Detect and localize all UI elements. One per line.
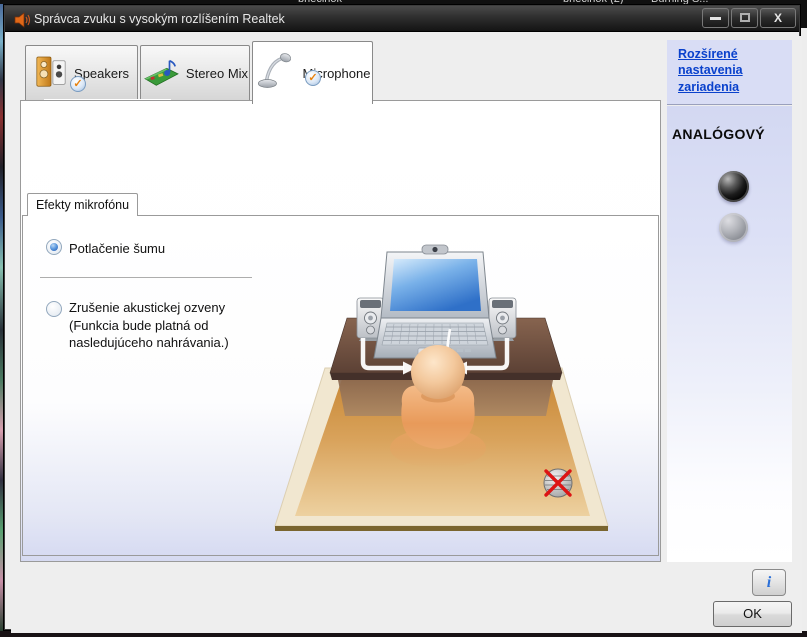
- tab-speakers[interactable]: ✓ Speakers: [25, 45, 138, 101]
- close-icon: X: [773, 11, 782, 25]
- microphone-icon: [257, 53, 291, 88]
- radio-noise-suppression[interactable]: [46, 239, 62, 255]
- info-icon: i: [766, 574, 772, 591]
- radio-acoustic-echo-cancellation[interactable]: [46, 301, 62, 317]
- titlebar[interactable]: Správca zvuku s vysokým rozlíšením Realt…: [5, 6, 799, 32]
- maximize-icon: [739, 13, 750, 22]
- mic-jack-connector-icon[interactable]: [718, 171, 749, 202]
- subtab-label: Efekty mikrofónu: [35, 198, 130, 212]
- maximize-button[interactable]: [731, 8, 758, 28]
- radio-acoustic-echo-cancellation-label[interactable]: Zrušenie akustickej ozveny (Funkcia bude…: [69, 299, 271, 352]
- tab-microphone[interactable]: ✓ Microphone: [252, 41, 373, 104]
- info-button[interactable]: i: [752, 569, 786, 596]
- radio-noise-suppression-label[interactable]: Potlačenie šumu: [69, 240, 165, 258]
- stereo-mix-icon: [144, 59, 179, 86]
- minimize-icon: [710, 17, 721, 20]
- radio-selected-dot: [50, 243, 58, 251]
- options-divider: [40, 277, 252, 278]
- advanced-device-settings-link[interactable]: Rozšírené nastavenia zariadenia: [678, 46, 776, 95]
- analog-section-label: ANALÓGOVÝ: [672, 126, 765, 142]
- line-jack-connector-icon[interactable]: [719, 213, 748, 242]
- device-check-badge: ✓: [70, 76, 86, 92]
- device-check-badge: ✓: [305, 70, 321, 86]
- speakers-icon: [36, 56, 66, 87]
- speaker-icon: [14, 12, 31, 28]
- window-title: Správca zvuku s vysokým rozlíšením Realt…: [34, 12, 285, 26]
- advanced-settings-box: Rozšírené nastavenia zariadenia: [667, 40, 792, 105]
- minimize-button[interactable]: [702, 8, 729, 28]
- ok-button[interactable]: OK: [713, 601, 792, 627]
- tab-label: Stereo Mix: [185, 65, 249, 81]
- tab-stereo-mix[interactable]: Stereo Mix: [140, 45, 250, 101]
- ok-label: OK: [743, 606, 762, 621]
- close-button[interactable]: X: [760, 8, 796, 28]
- microphone-environment-illustration: [274, 244, 609, 531]
- tab-microphone-effects[interactable]: Efekty mikrofónu: [27, 193, 138, 216]
